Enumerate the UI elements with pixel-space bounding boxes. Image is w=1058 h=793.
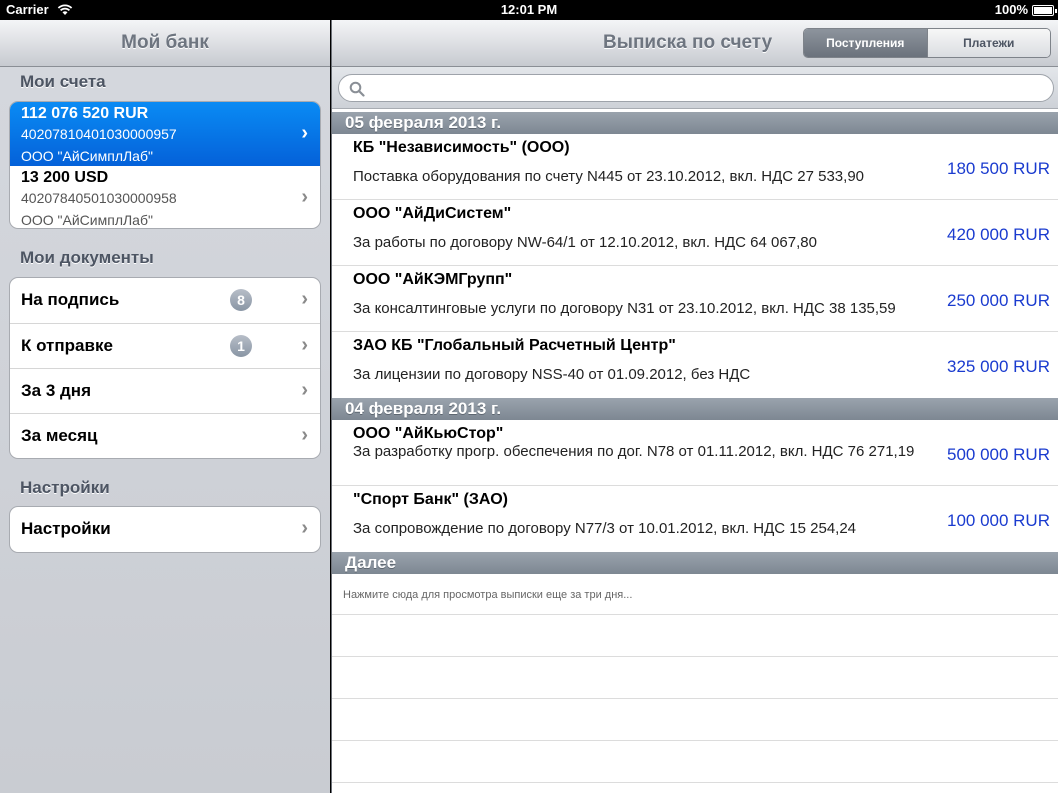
payer-name: ООО "АйКьюСтор" <box>353 425 504 442</box>
segment-payments[interactable]: Платежи <box>926 29 1050 57</box>
master-title: Мой банк <box>121 32 209 53</box>
settings-label: Настройки <box>21 519 111 538</box>
account-row[interactable]: 112 076 520 RUR 40207810401030000957 ООО… <box>10 102 320 166</box>
search-bar <box>332 67 1058 109</box>
transaction-row[interactable]: ЗАО КБ "Глобальный Расчетный Центр" За л… <box>332 332 1058 398</box>
segment-incoming[interactable]: Поступления <box>804 29 927 57</box>
more-section-header: Далее <box>332 552 1058 574</box>
account-number: 40207840501030000958 <box>21 190 177 206</box>
transaction-row[interactable]: КБ "Независимость" (ООО) Поставка оборуд… <box>332 134 1058 200</box>
documents-header: Мои документы <box>20 248 154 267</box>
empty-row <box>332 658 1058 699</box>
transaction-row[interactable]: ООО "АйКЭМГрупп" За консалтинговые услуг… <box>332 266 1058 332</box>
search-icon <box>349 81 365 97</box>
transaction-row[interactable]: ООО "АйКьюСтор" За разработку прогр. обе… <box>332 420 1058 486</box>
chevron-right-icon: › <box>301 424 308 446</box>
payer-name: ЗАО КБ "Глобальный Расчетный Центр" <box>353 337 676 354</box>
doc-item-label: К отправке <box>21 336 113 355</box>
doc-item-3-days[interactable]: За 3 дня › <box>10 368 320 413</box>
accounts-header: Мои счета <box>20 72 106 91</box>
account-amount: 13 200 USD <box>21 169 109 186</box>
chevron-right-icon: › <box>301 288 308 310</box>
documents-group: На подпись 8 › К отправке 1 › За 3 дня ›… <box>9 277 321 459</box>
battery-percent: 100% <box>994 2 1028 17</box>
account-amount: 112 076 520 RUR <box>21 105 149 122</box>
detail-pane: Выписка по счету Поступления Платежи 05 … <box>331 20 1058 793</box>
doc-item-to-sign[interactable]: На подпись 8 › <box>10 278 320 323</box>
status-bar: Carrier 12:01 PM 100% <box>0 0 1058 20</box>
payment-amount: 325 000 RUR <box>946 357 1050 376</box>
payment-purpose: Поставка оборудования по счету N445 от 2… <box>353 168 865 185</box>
payment-amount: 250 000 RUR <box>946 291 1050 310</box>
chevron-right-icon: › <box>301 334 308 356</box>
payment-purpose: За лицензии по договору NSS-40 от 01.09.… <box>353 366 751 383</box>
payer-name: ООО "АйКЭМГрупп" <box>353 271 513 288</box>
payment-amount: 100 000 RUR <box>946 511 1050 530</box>
master-pane: Мой банк Мои счета 112 076 520 RUR 40207… <box>0 20 330 793</box>
settings-group: Настройки › <box>9 506 321 553</box>
doc-item-label: На подпись <box>21 290 120 309</box>
chevron-right-icon: › <box>301 379 308 401</box>
detail-title: Выписка по счету <box>603 32 773 53</box>
battery-icon <box>1032 5 1057 16</box>
segmented-control: Поступления Платежи <box>803 28 1051 58</box>
settings-header: Настройки <box>20 478 110 497</box>
payment-amount: 420 000 RUR <box>946 225 1050 244</box>
account-org: ООО "АйСимплЛаб" <box>21 212 153 228</box>
payer-name: КБ "Независимость" (ООО) <box>353 139 570 156</box>
doc-item-month[interactable]: За месяц › <box>10 413 320 458</box>
detail-navbar: Выписка по счету Поступления Платежи <box>332 20 1058 67</box>
accounts-group: 112 076 520 RUR 40207810401030000957 ООО… <box>9 101 321 229</box>
payment-purpose: За работы по договору NW-64/1 от 12.10.2… <box>353 234 817 251</box>
chevron-right-icon: › <box>301 122 308 144</box>
payment-purpose: За консалтинговые услуги по договору N31… <box>353 300 896 317</box>
search-input[interactable] <box>338 74 1054 102</box>
load-more-row[interactable]: Нажмите сюда для просмотра выписки еще з… <box>332 573 1058 615</box>
empty-row <box>332 700 1058 741</box>
settings-item[interactable]: Настройки › <box>10 507 320 552</box>
master-navbar: Мой банк <box>0 20 330 67</box>
payment-amount: 180 500 RUR <box>946 159 1050 178</box>
account-org: ООО "АйСимплЛаб" <box>21 148 153 164</box>
count-badge: 8 <box>230 289 252 311</box>
transaction-row[interactable]: ООО "АйДиСистем" За работы по договору N… <box>332 200 1058 266</box>
clock: 12:01 PM <box>500 2 558 17</box>
date-section-header: 04 февраля 2013 г. <box>332 398 1058 420</box>
account-row[interactable]: 13 200 USD 40207840501030000958 ООО "АйС… <box>10 166 320 228</box>
doc-item-label: За 3 дня <box>21 381 91 400</box>
payer-name: ООО "АйДиСистем" <box>353 205 512 222</box>
payment-purpose: За разработку прогр. обеспечения по дог.… <box>353 443 915 460</box>
empty-row <box>332 742 1058 783</box>
doc-item-label: За месяц <box>21 426 98 445</box>
payment-purpose: За сопровождение по договору N77/3 от 10… <box>353 520 857 537</box>
date-section-header: 05 февраля 2013 г. <box>332 112 1058 134</box>
doc-item-to-send[interactable]: К отправке 1 › <box>10 323 320 368</box>
load-more-text: Нажмите сюда для просмотра выписки еще з… <box>343 589 633 601</box>
transaction-row[interactable]: "Спорт Банк" (ЗАО) За сопровождение по д… <box>332 486 1058 552</box>
empty-row <box>332 616 1058 657</box>
account-number: 40207810401030000957 <box>21 126 177 142</box>
chevron-right-icon: › <box>301 517 308 539</box>
payer-name: "Спорт Банк" (ЗАО) <box>353 491 508 508</box>
count-badge: 1 <box>230 335 252 357</box>
chevron-right-icon: › <box>301 186 308 208</box>
payment-amount: 500 000 RUR <box>946 445 1050 464</box>
